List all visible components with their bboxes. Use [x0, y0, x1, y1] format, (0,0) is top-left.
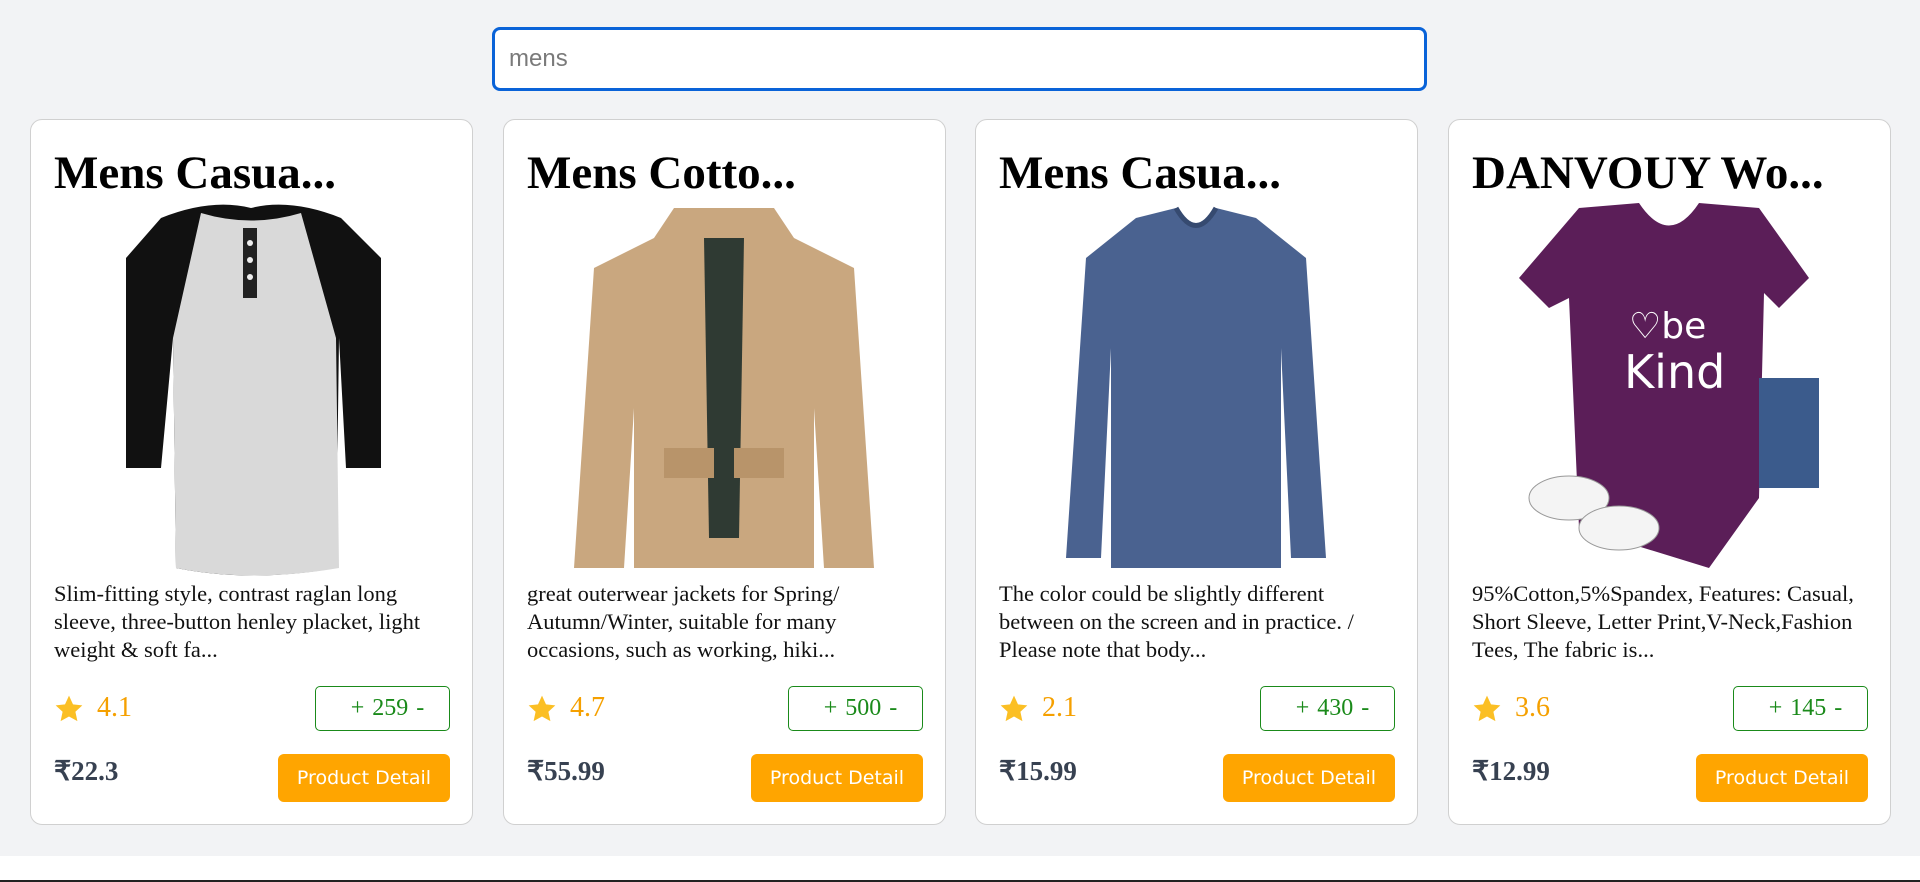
- product-detail-button[interactable]: Product Detail: [751, 754, 923, 802]
- decrement-button[interactable]: -: [1834, 695, 1842, 722]
- product-detail-button[interactable]: Product Detail: [1223, 754, 1395, 802]
- product-title: Mens Cotto...: [527, 147, 796, 199]
- product-title: Mens Casua...: [54, 147, 337, 199]
- product-detail-button[interactable]: Product Detail: [278, 754, 450, 802]
- product-title: Mens Casua...: [999, 147, 1282, 199]
- quantity-stepper[interactable]: + 430 -: [1260, 686, 1395, 731]
- product-description: The color could be slightly different be…: [999, 581, 1354, 662]
- product-rating: 4.1: [97, 692, 132, 723]
- product-card: DANVOUY Wo... ♡be Kind 95%Cotton,5%Spande…: [1448, 119, 1891, 825]
- cotton-jacket-image: [564, 198, 884, 576]
- product-description: Slim-fitting style, contrast raglan long…: [54, 581, 421, 662]
- product-card: Mens Casua... Slim-fitting style, contra…: [30, 119, 473, 825]
- product-price: ₹55.99: [527, 756, 605, 786]
- product-card: Mens Cotto... great outerwear jackets fo…: [503, 119, 946, 825]
- be-kind-tee-image: ♡be Kind: [1509, 198, 1829, 576]
- quantity-value: 500: [845, 695, 882, 721]
- blue-longsleeve-image: [1036, 198, 1356, 576]
- star-icon: [55, 695, 83, 722]
- product-title: DANVOUY Wo...: [1472, 147, 1824, 199]
- increment-button[interactable]: +: [824, 695, 838, 722]
- product-price: ₹12.99: [1472, 756, 1550, 786]
- decrement-button[interactable]: -: [416, 695, 424, 722]
- star-icon: [1473, 695, 1501, 722]
- quantity-value: 430: [1317, 695, 1354, 721]
- henley-shirt-image: [91, 198, 411, 576]
- product-card: Mens Casua... The color could be slightl…: [975, 119, 1418, 825]
- product-description: great outerwear jackets for Spring/ Autu…: [527, 581, 840, 662]
- quantity-stepper[interactable]: + 500 -: [788, 686, 923, 731]
- quantity-stepper[interactable]: + 259 -: [315, 686, 450, 731]
- page-background: Mens Casua... Slim-fitting style, contra…: [0, 0, 1920, 856]
- product-description: 95%Cotton,5%Spandex, Features: Casual, S…: [1472, 581, 1854, 662]
- decrement-button[interactable]: -: [889, 695, 897, 722]
- product-rating: 2.1: [1042, 692, 1077, 723]
- increment-button[interactable]: +: [351, 695, 365, 722]
- product-price: ₹22.3: [54, 756, 119, 786]
- svg-text:Kind: Kind: [1624, 345, 1725, 399]
- product-rating: 4.7: [570, 692, 605, 723]
- search-input[interactable]: [492, 27, 1427, 91]
- quantity-value: 259: [372, 695, 409, 721]
- star-icon: [528, 695, 556, 722]
- product-rating: 3.6: [1515, 692, 1550, 723]
- increment-button[interactable]: +: [1769, 695, 1783, 722]
- svg-text:♡be: ♡be: [1629, 306, 1706, 347]
- quantity-value: 145: [1790, 695, 1827, 721]
- star-icon: [1000, 695, 1028, 722]
- product-detail-button[interactable]: Product Detail: [1696, 754, 1868, 802]
- product-price: ₹15.99: [999, 756, 1077, 786]
- quantity-stepper[interactable]: + 145 -: [1733, 686, 1868, 731]
- decrement-button[interactable]: -: [1361, 695, 1369, 722]
- increment-button[interactable]: +: [1296, 695, 1310, 722]
